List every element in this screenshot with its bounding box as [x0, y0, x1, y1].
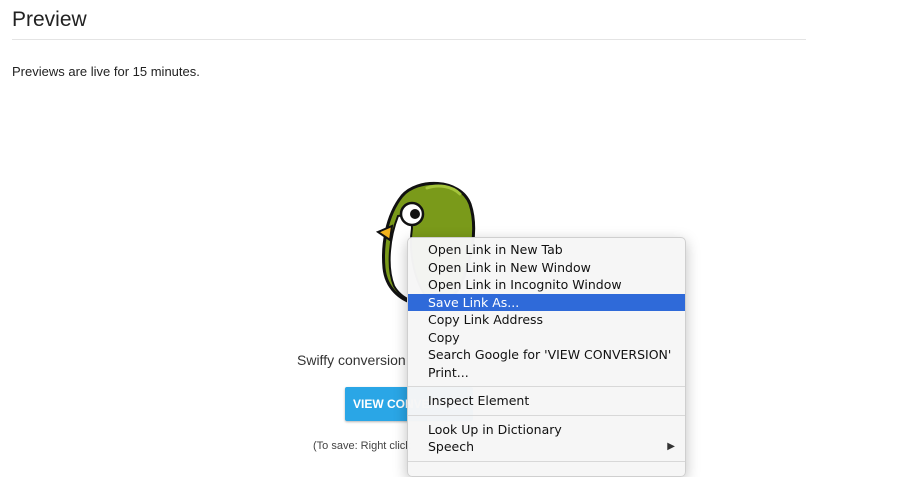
menu-item-inspect-element[interactable]: Inspect Element: [408, 392, 685, 410]
menu-item-print[interactable]: Print...: [408, 364, 685, 382]
menu-item-search-google[interactable]: Search Google for 'VIEW CONVERSION': [408, 346, 685, 364]
page-title: Preview: [12, 8, 87, 31]
menu-separator: [408, 460, 685, 462]
menu-item-speech[interactable]: Speech ▶: [408, 438, 685, 456]
menu-item-copy[interactable]: Copy: [408, 329, 685, 347]
preview-notice: Previews are live for 15 minutes.: [12, 64, 200, 79]
chevron-right-icon: ▶: [667, 441, 675, 452]
menu-item-open-new-window[interactable]: Open Link in New Window: [408, 259, 685, 277]
menu-separator: [408, 414, 685, 416]
menu-separator: [408, 386, 685, 387]
menu-item-look-up[interactable]: Look Up in Dictionary: [408, 421, 685, 439]
save-hint-text: (To save: Right click: [313, 440, 411, 452]
conversion-status-text: Swiffy conversion: [297, 352, 406, 368]
menu-item-speech-label: Speech: [428, 439, 475, 454]
menu-item-open-incognito[interactable]: Open Link in Incognito Window: [408, 276, 685, 294]
menu-item-save-link-as[interactable]: Save Link As...: [408, 293, 685, 311]
title-divider: [12, 39, 806, 40]
context-menu: Open Link in New Tab Open Link in New Wi…: [407, 237, 686, 477]
menu-item-copy-link-address[interactable]: Copy Link Address: [408, 311, 685, 329]
menu-item-open-new-tab[interactable]: Open Link in New Tab: [408, 241, 685, 259]
